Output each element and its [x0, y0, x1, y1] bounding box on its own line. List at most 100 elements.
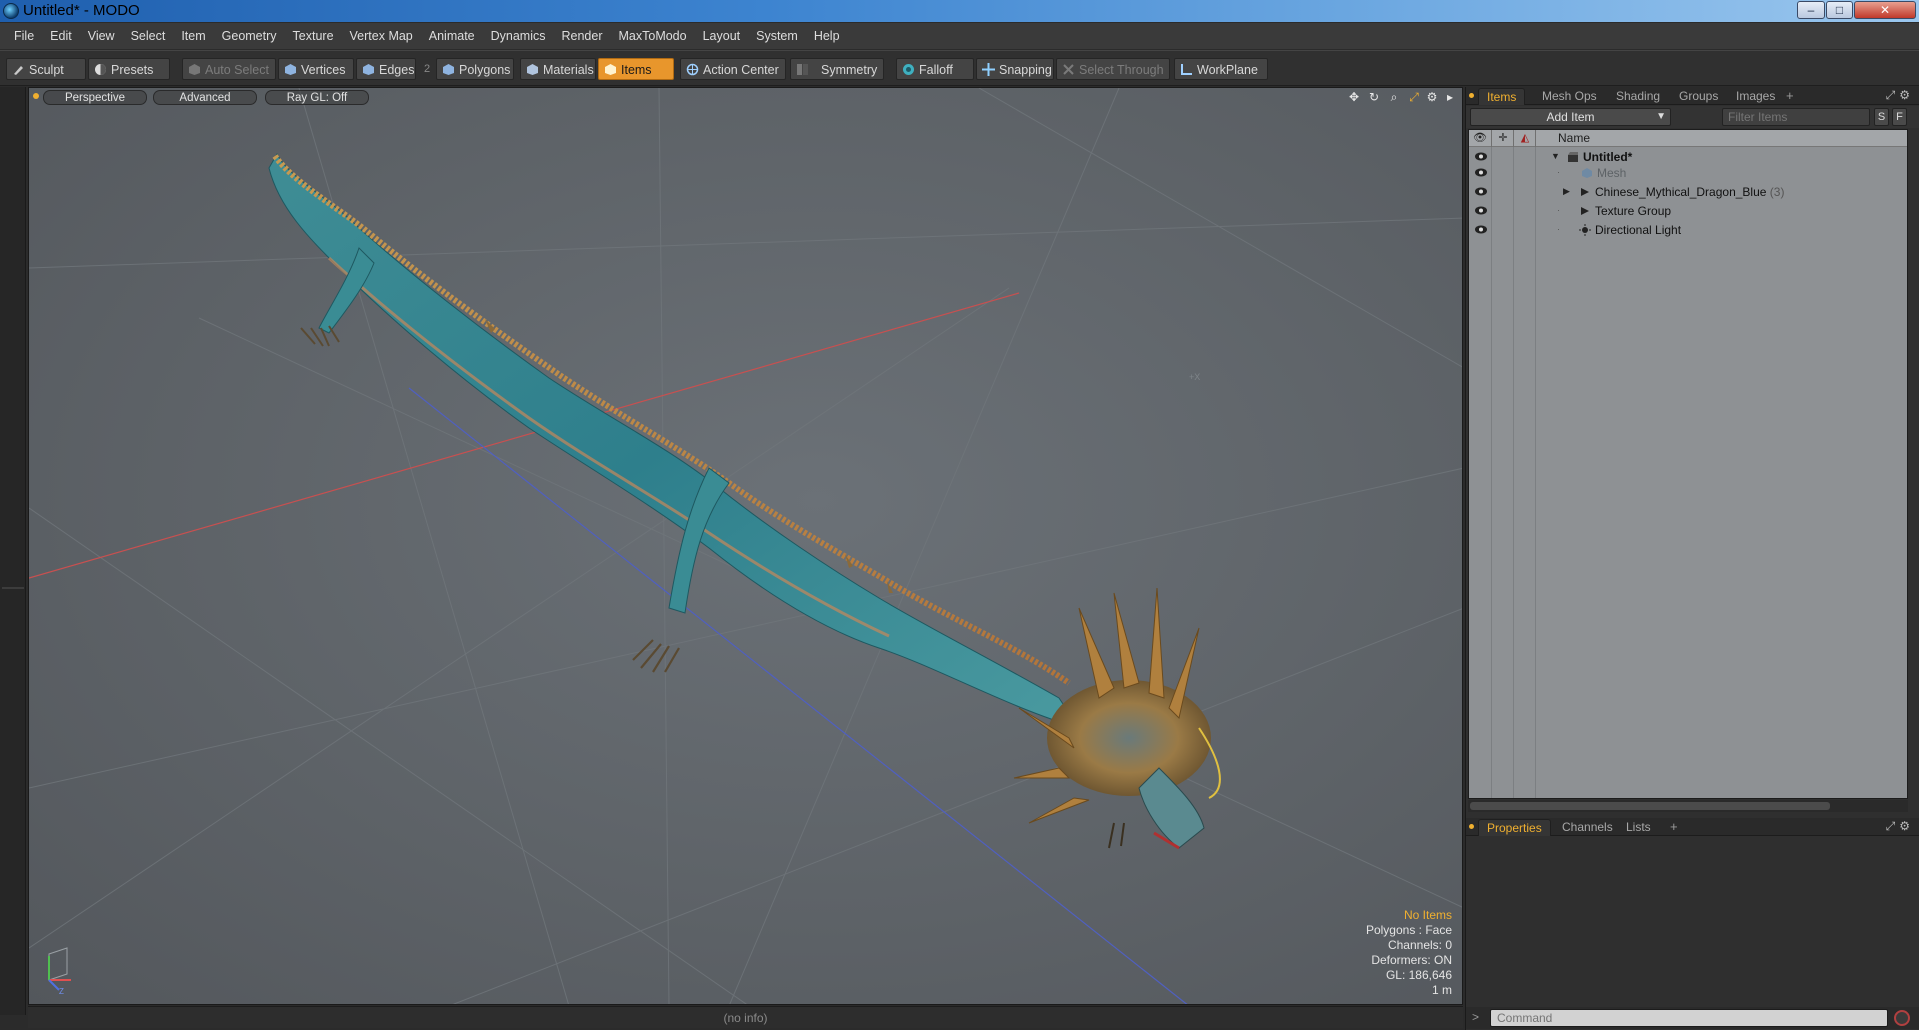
menu-render[interactable]: Render	[554, 23, 611, 49]
panel-menu-dot[interactable]	[1469, 824, 1474, 829]
tree-connector: ·	[1557, 224, 1560, 234]
workplane-button[interactable]: WorkPlane	[1174, 58, 1268, 80]
menu-vertex-map[interactable]: Vertex Map	[342, 23, 421, 49]
expand-triangle-icon[interactable]: ▼	[1551, 151, 1561, 161]
snapping-button[interactable]: Snapping	[976, 58, 1054, 80]
filter-s-button[interactable]: S	[1874, 108, 1889, 126]
scrollbar-thumb[interactable]	[1470, 802, 1830, 810]
status-info: (no info)	[723, 1011, 768, 1025]
eye-icon[interactable]	[1474, 205, 1488, 216]
rotate-icon[interactable]: ↻	[1367, 90, 1381, 104]
eye-icon[interactable]	[1474, 151, 1488, 162]
chevron-down-icon: ▼	[1656, 111, 1666, 122]
dragon-head	[1013, 587, 1221, 850]
menu-texture[interactable]: Texture	[285, 23, 342, 49]
menu-layout[interactable]: Layout	[695, 23, 749, 49]
lock-column-icon[interactable]: ✛	[1496, 131, 1510, 145]
tree-row-dragon-group[interactable]: ▶ Chinese_Mythical_Dragon_Blue (3)	[1469, 184, 1907, 200]
filter-f-button[interactable]: F	[1892, 108, 1907, 126]
maximize-button[interactable]: □	[1826, 1, 1853, 19]
render-column-icon[interactable]: ◭	[1518, 131, 1532, 145]
edges-count: 2	[424, 63, 431, 75]
falloff-icon	[903, 64, 914, 75]
command-input[interactable]	[1490, 1009, 1888, 1027]
symmetry-button[interactable]: Symmetry	[790, 58, 884, 80]
auto-select-button[interactable]: Auto Select	[182, 58, 276, 80]
tab-images[interactable]: Images	[1728, 88, 1783, 105]
menu-edit[interactable]: Edit	[42, 23, 80, 49]
vertices-button[interactable]: Vertices	[278, 58, 354, 80]
left-tool-strip	[0, 87, 26, 1015]
add-tab-button[interactable]: +	[1670, 819, 1678, 834]
add-tab-button[interactable]: +	[1786, 88, 1794, 103]
menu-help[interactable]: Help	[806, 23, 848, 49]
tab-shading[interactable]: Shading	[1608, 88, 1668, 105]
menu-geometry[interactable]: Geometry	[214, 23, 285, 49]
falloff-button[interactable]: Falloff	[896, 58, 974, 80]
tree-horizontal-scrollbar[interactable]	[1468, 800, 1908, 812]
pan-icon[interactable]: ✥	[1347, 90, 1361, 104]
item-tree: 👁 ✛ ◭ Name ▼ Untitled* · Mesh ▶ Chinese_…	[1468, 129, 1908, 799]
materials-button[interactable]: Materials	[520, 58, 596, 80]
viewport-header: Perspective Advanced Ray GL: Off ✥ ↻ ⌕ ⤢…	[29, 88, 1462, 106]
menu-file[interactable]: File	[6, 23, 42, 49]
maximize-viewport-icon[interactable]: ⤢	[1407, 90, 1421, 104]
collapse-triangle-icon[interactable]: ▶	[1563, 186, 1573, 197]
viewport-settings-icon[interactable]: ⚙	[1425, 90, 1439, 104]
menu-select[interactable]: Select	[123, 23, 174, 49]
dragon-group-label: Chinese_Mythical_Dragon_Blue	[1595, 185, 1767, 199]
panel-window-icons[interactable]: ⤢⚙	[1886, 819, 1914, 834]
items-button[interactable]: Items	[598, 58, 674, 80]
visibility-column-eye-icon[interactable]: 👁	[1473, 131, 1487, 145]
3d-viewport[interactable]: +X Perspective Advanced Ray GL: Off ✥ ↻ …	[28, 87, 1463, 1005]
mesh-icon	[1582, 168, 1592, 178]
menu-system[interactable]: System	[748, 23, 806, 49]
raygl-toggle-tab[interactable]: Ray GL: Off	[265, 90, 369, 105]
tree-row-mesh[interactable]: · Mesh	[1469, 165, 1907, 181]
presets-button[interactable]: Presets	[88, 58, 170, 80]
perspective-view-tab[interactable]: Perspective	[43, 90, 147, 105]
edges-button[interactable]: Edges	[356, 58, 416, 80]
menu-maxtomodo[interactable]: MaxToModo	[611, 23, 695, 49]
tab-mesh-ops[interactable]: Mesh Ops	[1534, 88, 1605, 105]
eye-icon[interactable]	[1474, 224, 1488, 235]
panel-window-icons[interactable]: ⤢⚙	[1886, 88, 1914, 103]
tree-row-scene[interactable]: ▼ Untitled*	[1469, 149, 1907, 165]
tab-properties[interactable]: Properties	[1478, 819, 1551, 836]
filter-items-input[interactable]	[1722, 108, 1870, 126]
sculpt-button[interactable]: Sculpt	[6, 58, 86, 80]
action-center-button[interactable]: Action Center	[680, 58, 786, 80]
tab-lists[interactable]: Lists	[1618, 819, 1659, 836]
eye-icon[interactable]	[1474, 167, 1488, 178]
viewport-more-icon[interactable]: ▸	[1443, 90, 1457, 104]
close-button[interactable]: ✕	[1854, 1, 1916, 19]
workplane-icon	[1181, 64, 1192, 75]
hud-gl-count: GL: 186,646	[1385, 968, 1452, 982]
minimize-button[interactable]: –	[1797, 1, 1825, 19]
menu-item[interactable]: Item	[173, 23, 213, 49]
tab-items[interactable]: Items	[1478, 88, 1526, 105]
menu-dynamics[interactable]: Dynamics	[483, 23, 554, 49]
column-name[interactable]: Name	[1558, 131, 1590, 145]
menu-view[interactable]: View	[80, 23, 123, 49]
light-icon	[1579, 224, 1591, 236]
advanced-shading-tab[interactable]: Advanced	[153, 90, 257, 105]
record-macro-button[interactable]	[1894, 1010, 1910, 1026]
panel-menu-dot[interactable]	[1469, 93, 1474, 98]
tab-groups[interactable]: Groups	[1671, 88, 1726, 105]
menu-animate[interactable]: Animate	[421, 23, 483, 49]
command-bar: >	[1466, 1007, 1919, 1029]
eye-icon[interactable]	[1474, 186, 1488, 197]
window-title: Untitled* - MODO	[23, 2, 140, 19]
bottom-panel-tabs: Properties Channels Lists + ⤢⚙	[1466, 818, 1919, 836]
polygons-button[interactable]: Polygons	[436, 58, 514, 80]
add-item-button[interactable]: Add Item ▼	[1470, 108, 1671, 126]
tree-row-directional-light[interactable]: · Directional Light	[1469, 222, 1907, 238]
viewport-menu-dot[interactable]	[33, 93, 39, 99]
main-toolbar: Sculpt Presets Auto Select Vertices Edge…	[0, 50, 1919, 86]
modo-app-icon	[3, 3, 19, 19]
tab-channels[interactable]: Channels	[1554, 819, 1621, 836]
select-through-button[interactable]: Select Through	[1056, 58, 1170, 80]
zoom-icon[interactable]: ⌕	[1387, 90, 1401, 104]
tree-row-texture-group[interactable]: · Texture Group	[1469, 203, 1907, 219]
